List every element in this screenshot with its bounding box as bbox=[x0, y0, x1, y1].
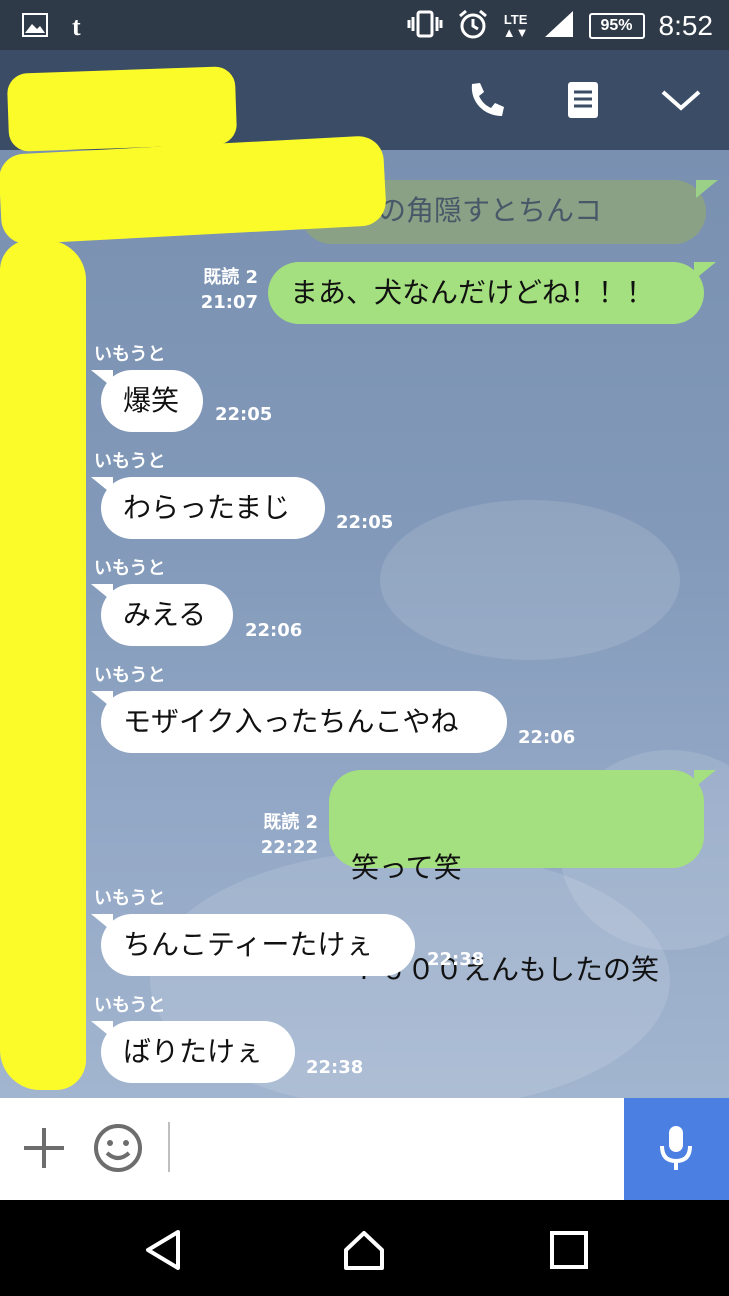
sender-name: いもうと bbox=[94, 995, 166, 1016]
message-line: 笑って笑 bbox=[351, 851, 462, 884]
sender-name: いもうと bbox=[94, 344, 166, 365]
sender-name: いもうと bbox=[94, 888, 166, 909]
chat-area[interactable]: に耳の角隠すとちんコ 既読 2 21:07 まあ、犬なんだけどね！！！ いもうと … bbox=[0, 150, 729, 1098]
message-bubble[interactable]: みえる bbox=[91, 584, 233, 646]
message-time: 22:05 bbox=[215, 404, 273, 425]
phone-icon[interactable] bbox=[466, 80, 506, 120]
redaction-scribble bbox=[6, 66, 238, 152]
lte-indicator: LTE ▲▼ bbox=[502, 12, 529, 40]
message-time: 22:06 bbox=[245, 620, 303, 641]
status-bar: t LTE ▲▼ 95% 8:52 bbox=[0, 0, 729, 50]
read-receipt: 既読 2 21:07 bbox=[200, 267, 258, 313]
microphone-button[interactable] bbox=[624, 1098, 729, 1200]
message-input-bar bbox=[0, 1098, 729, 1200]
message-bubble[interactable]: わらったまじ bbox=[91, 477, 325, 539]
message-time: 22:38 bbox=[306, 1057, 364, 1078]
battery-icon: 95% bbox=[588, 13, 645, 39]
back-icon[interactable] bbox=[142, 1228, 186, 1272]
plus-icon[interactable] bbox=[22, 1126, 66, 1174]
message-bubble[interactable]: モザイク入ったちんこやね bbox=[91, 691, 507, 753]
notes-icon[interactable] bbox=[565, 80, 605, 120]
message-time: 22:38 bbox=[427, 949, 485, 970]
recents-icon[interactable] bbox=[547, 1228, 591, 1272]
message-bubble[interactable]: ばりたけぇ bbox=[91, 1021, 295, 1083]
message-bubble[interactable]: 笑って笑 ７６００えんもしたの笑 bbox=[329, 770, 716, 986]
message-bubble[interactable]: 爆笑 bbox=[91, 370, 203, 432]
message-bubble[interactable]: ちんこティーたけぇ bbox=[91, 914, 415, 976]
microphone-icon bbox=[658, 1124, 694, 1176]
message-input[interactable] bbox=[168, 1122, 608, 1172]
sender-name: いもうと bbox=[94, 451, 166, 472]
sender-name: いもうと bbox=[94, 665, 166, 686]
sender-name: いもうと bbox=[94, 558, 166, 579]
message-time: 22:05 bbox=[336, 512, 394, 533]
message-bubble[interactable]: まあ、犬なんだけどね！！！ bbox=[268, 262, 716, 324]
redaction-scribble bbox=[0, 240, 86, 1090]
signal-icon bbox=[543, 9, 575, 43]
read-receipt: 既読 2 22:22 bbox=[260, 812, 318, 858]
message-time: 22:06 bbox=[518, 727, 576, 748]
emoji-icon[interactable] bbox=[92, 1122, 144, 1178]
clock: 8:52 bbox=[658, 10, 714, 41]
chevron-down-icon[interactable] bbox=[660, 80, 701, 120]
alarm-icon bbox=[457, 8, 489, 44]
gallery-icon bbox=[22, 13, 48, 41]
home-icon[interactable] bbox=[342, 1228, 386, 1272]
tumblr-icon: t bbox=[72, 12, 81, 41]
vibrate-icon bbox=[407, 10, 443, 42]
navigation-bar bbox=[0, 1200, 729, 1296]
